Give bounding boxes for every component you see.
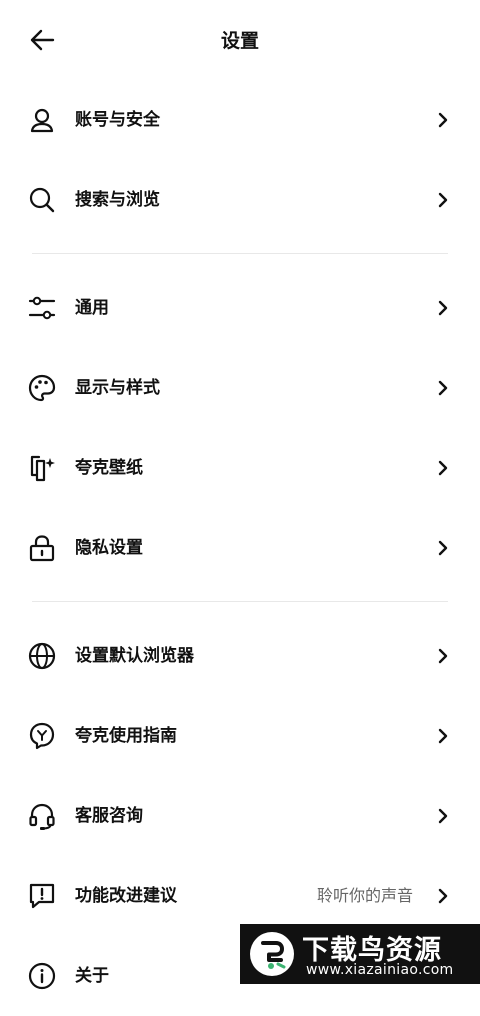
watermark: 下载鸟资源 www.xiazainiao.com — [240, 924, 480, 984]
settings-item-label: 搜索与浏览 — [75, 190, 160, 210]
section-divider — [32, 601, 448, 602]
settings-item-user-guide[interactable]: 夸克使用指南 — [0, 696, 480, 776]
chevron-right-icon — [438, 540, 448, 556]
watermark-url: www.xiazainiao.com — [306, 962, 454, 978]
feedback-icon — [29, 883, 55, 909]
settings-item-label: 客服咨询 — [75, 806, 143, 826]
wallpaper-icon — [30, 455, 55, 482]
settings-item-label: 通用 — [75, 298, 109, 318]
chevron-right-icon — [438, 192, 448, 208]
chevron-right-icon — [438, 808, 448, 824]
settings-item-default-browser[interactable]: 设置默认浏览器 — [0, 616, 480, 696]
settings-item-account-security[interactable]: 账号与安全 — [0, 80, 480, 160]
settings-item-wallpaper[interactable]: 夸克壁纸 — [0, 428, 480, 508]
user-icon — [30, 108, 54, 133]
settings-item-general[interactable]: 通用 — [0, 268, 480, 348]
chevron-right-icon — [438, 888, 448, 904]
settings-item-privacy[interactable]: 隐私设置 — [0, 508, 480, 588]
info-icon — [28, 962, 56, 990]
app-header: 设置 — [0, 0, 480, 80]
globe-icon — [28, 642, 56, 670]
bird-logo-icon — [250, 932, 294, 976]
settings-item-search-browse[interactable]: 搜索与浏览 — [0, 160, 480, 240]
chevron-right-icon — [438, 648, 448, 664]
chevron-right-icon — [438, 460, 448, 476]
chevron-right-icon — [438, 112, 448, 128]
settings-item-label: 夸克壁纸 — [75, 458, 143, 478]
section-divider — [32, 253, 448, 254]
settings-item-value: 聆听你的声音 — [316, 886, 413, 905]
lock-icon — [29, 535, 55, 562]
settings-item-label: 夸克使用指南 — [75, 726, 177, 746]
settings-item-label: 隐私设置 — [75, 538, 143, 558]
chevron-right-icon — [438, 300, 448, 316]
settings-item-display-style[interactable]: 显示与样式 — [0, 348, 480, 428]
guide-icon — [29, 722, 55, 750]
palette-icon — [28, 374, 56, 402]
search-icon — [29, 187, 55, 213]
settings-item-label: 显示与样式 — [75, 378, 160, 398]
sliders-icon — [28, 296, 56, 320]
settings-item-label: 账号与安全 — [75, 110, 160, 130]
settings-item-label: 关于 — [75, 966, 109, 986]
settings-item-label: 功能改进建议 — [75, 886, 177, 906]
chevron-right-icon — [438, 728, 448, 744]
settings-item-customer-service[interactable]: 客服咨询 — [0, 776, 480, 856]
chevron-right-icon — [438, 380, 448, 396]
page-title: 设置 — [220, 30, 259, 52]
headset-icon — [29, 803, 55, 830]
settings-item-label: 设置默认浏览器 — [75, 646, 194, 666]
